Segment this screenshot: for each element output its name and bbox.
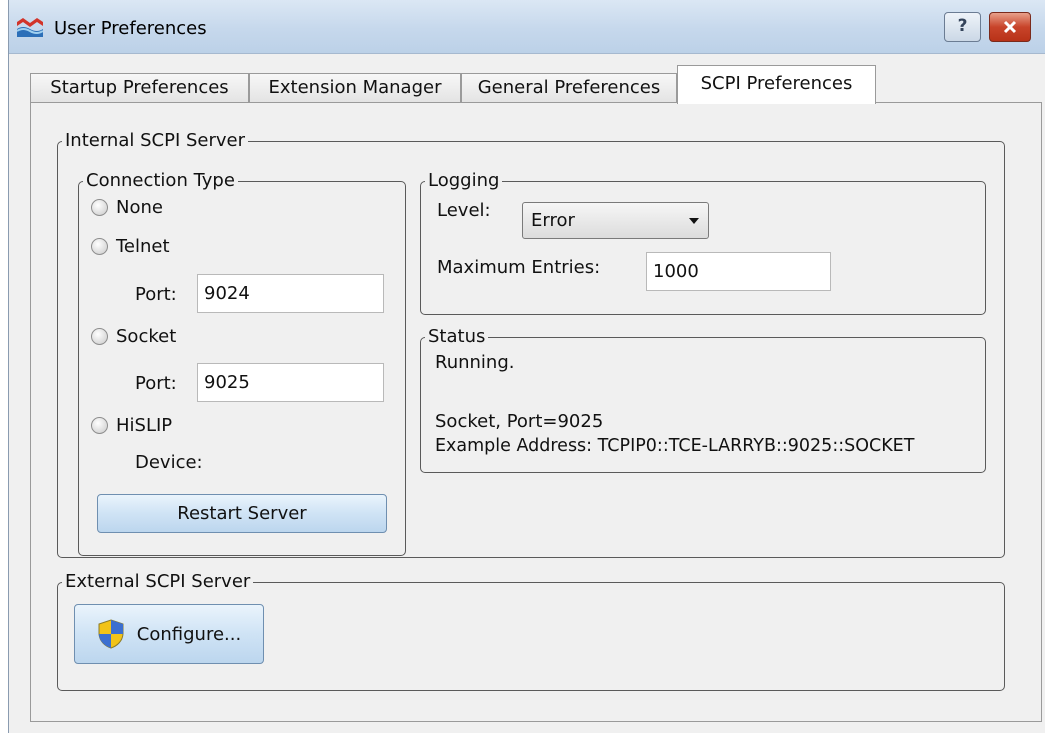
window-title: User Preferences [54, 18, 207, 39]
logging-legend: Logging [428, 170, 500, 191]
radio-socket[interactable]: Socket [91, 326, 176, 347]
status-group: Status Running. Socket, Port=9025 Exampl… [420, 328, 986, 473]
radio-none[interactable]: None [91, 197, 163, 218]
telnet-port-label: Port: [135, 284, 177, 305]
app-logo-icon [17, 18, 43, 37]
socket-port-field[interactable]: 9025 [197, 363, 384, 402]
radio-none-circle[interactable] [91, 199, 108, 216]
radio-telnet-circle[interactable] [91, 238, 108, 255]
radio-none-label: None [116, 197, 163, 218]
help-button[interactable]: ? [944, 12, 981, 42]
restart-server-button[interactable]: Restart Server [97, 494, 387, 533]
connection-type-group: Connection Type None Telnet Port: 9024 S… [78, 172, 406, 556]
configure-button[interactable]: Configure... [74, 604, 264, 664]
logging-group: Logging Level: Error Maximum Entries: 10… [420, 172, 986, 315]
device-label: Device: [135, 452, 203, 473]
radio-hislip-label: HiSLIP [116, 415, 173, 436]
close-button[interactable] [989, 12, 1031, 42]
tab-general-preferences[interactable]: General Preferences [461, 73, 677, 103]
maximum-entries-label: Maximum Entries: [437, 257, 601, 278]
connection-type-legend: Connection Type [86, 170, 235, 191]
radio-socket-circle[interactable] [91, 328, 108, 345]
radio-telnet-label: Telnet [116, 236, 170, 257]
maximum-entries-field[interactable]: 1000 [646, 252, 831, 291]
user-preferences-window: User Preferences ? Startup Preferences E… [8, 0, 1045, 733]
status-running-text: Running. [435, 352, 515, 373]
level-label: Level: [437, 200, 491, 221]
internal-scpi-server-group: Internal SCPI Server Connection Type Non… [57, 132, 1005, 558]
socket-port-label: Port: [135, 373, 177, 394]
level-dropdown[interactable]: Error [522, 202, 709, 239]
radio-socket-label: Socket [116, 326, 177, 347]
chevron-down-icon [689, 218, 699, 224]
radio-telnet[interactable]: Telnet [91, 236, 170, 257]
tab-strip: Startup Preferences Extension Manager Ge… [9, 65, 1045, 104]
status-socket-text: Socket, Port=9025 [435, 411, 604, 432]
status-example-address-text: Example Address: TCPIP0::TCE-LARRYB::902… [435, 436, 915, 456]
external-scpi-server-legend: External SCPI Server [65, 571, 251, 592]
uac-shield-icon [98, 619, 124, 649]
tab-startup-preferences[interactable]: Startup Preferences [30, 73, 249, 103]
internal-scpi-server-legend: Internal SCPI Server [65, 130, 245, 151]
title-bar: User Preferences ? [9, 0, 1045, 54]
configure-button-label: Configure... [136, 623, 242, 645]
status-legend: Status [428, 326, 486, 347]
tab-scpi-preferences[interactable]: SCPI Preferences [677, 65, 876, 104]
close-icon [1003, 20, 1017, 34]
external-scpi-server-group: External SCPI Server Configure... [57, 573, 1005, 691]
telnet-port-field[interactable]: 9024 [197, 274, 384, 313]
tab-extension-manager[interactable]: Extension Manager [249, 73, 461, 103]
level-dropdown-value: Error [531, 210, 575, 231]
radio-hislip-circle[interactable] [91, 417, 108, 434]
scpi-preferences-page: Internal SCPI Server Connection Type Non… [30, 102, 1042, 722]
radio-hislip[interactable]: HiSLIP [91, 415, 172, 436]
dialog-client-area: Startup Preferences Extension Manager Ge… [9, 55, 1045, 733]
